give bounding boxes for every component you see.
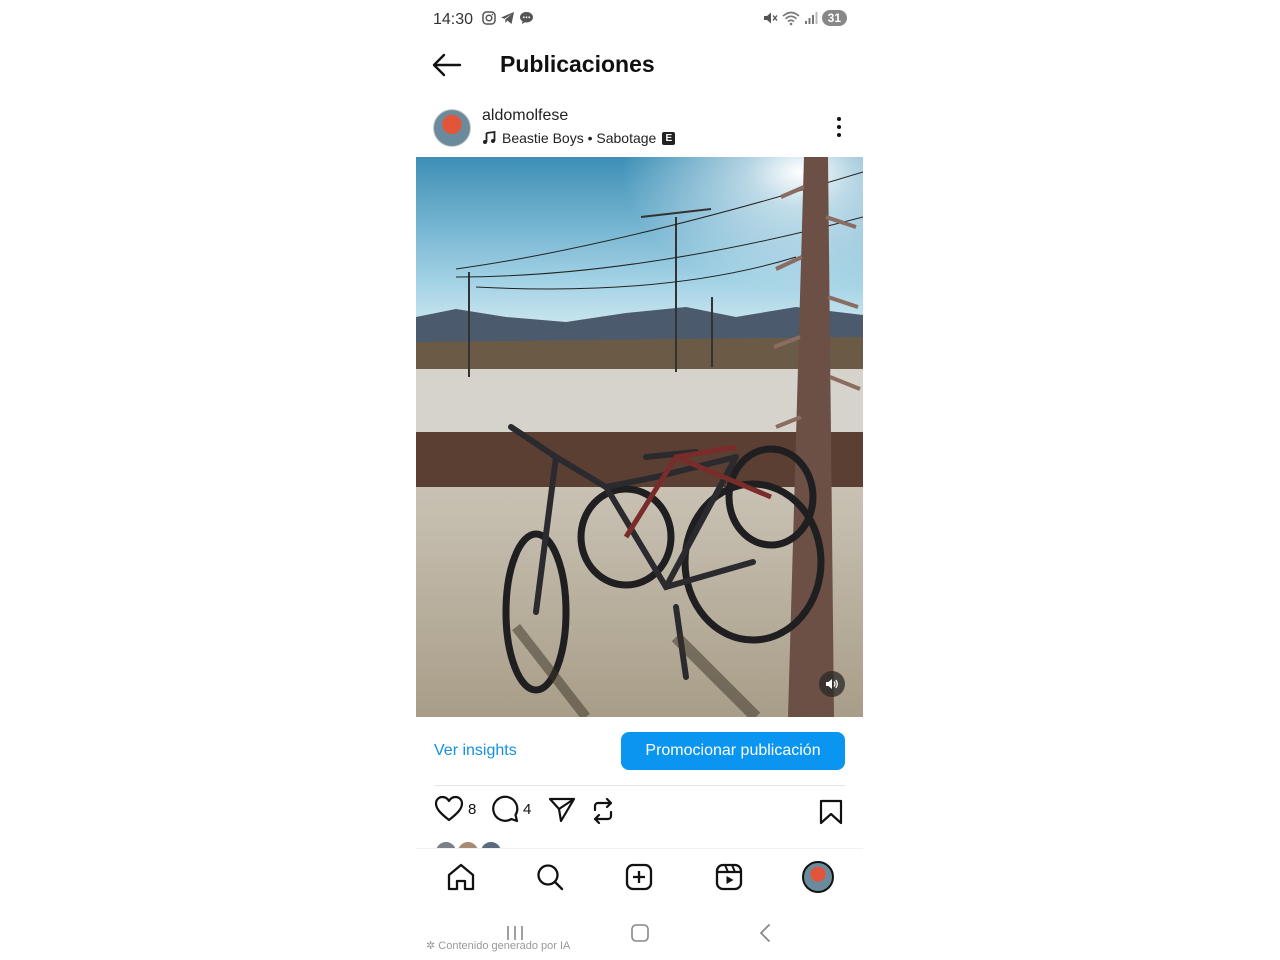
liker-avatar (434, 840, 458, 848)
view-insights-link[interactable]: Ver insights (434, 742, 517, 760)
phone-screen: 14:30 31 Publicaciones aldomolfese Beast… (416, 0, 863, 960)
instagram-icon (482, 11, 496, 25)
insights-row: Ver insights Promocionar publicación (416, 720, 863, 784)
wifi-icon (782, 11, 800, 26)
speaker-icon (826, 679, 838, 689)
page-header: Publicaciones (416, 40, 863, 90)
home-square-icon[interactable] (630, 923, 650, 943)
more-options-icon[interactable] (835, 116, 843, 138)
comment-icon (492, 795, 519, 823)
heart-icon (434, 795, 464, 822)
notification-icons (482, 11, 534, 25)
system-navigation: ✲ Contenido generado por IA (416, 906, 863, 960)
chat-bubble-icon (520, 12, 533, 24)
mute-icon (763, 12, 778, 24)
status-time: 14:30 (433, 11, 474, 28)
system-icons: 31 (762, 10, 847, 26)
nav-search[interactable] (534, 861, 566, 893)
promote-post-button[interactable]: Promocionar publicación (621, 732, 845, 770)
post-actions: 8 4 (416, 795, 863, 835)
home-icon (447, 863, 475, 891)
sound-toggle[interactable] (819, 671, 845, 697)
profile-avatar (802, 861, 834, 893)
nav-create[interactable] (623, 861, 655, 893)
reels-icon (715, 863, 743, 891)
comments-count: 4 (523, 800, 532, 818)
ai-content-label: ✲ Contenido generado por IA (426, 939, 570, 952)
bicycles-photo (416, 157, 863, 717)
sparkle-icon: ✲ (426, 940, 436, 952)
explicit-badge: E (662, 131, 676, 145)
promote-label: Promocionar publicación (645, 742, 821, 759)
search-icon (537, 864, 564, 891)
like-button[interactable]: 8 (434, 795, 476, 823)
likes-count: 8 (468, 800, 477, 818)
nav-profile[interactable] (802, 861, 834, 893)
status-bar: 14:30 31 (416, 0, 863, 40)
avatar[interactable] (433, 109, 471, 147)
nav-home[interactable] (445, 861, 477, 893)
post-header: aldomolfese Beastie Boys • Sabotage E (416, 100, 863, 156)
add-post-icon (625, 863, 653, 891)
bookmark-icon[interactable] (819, 799, 843, 825)
post-media[interactable] (416, 157, 863, 717)
liker-avatar (456, 840, 481, 848)
repost-icon[interactable] (590, 798, 616, 824)
music-note-icon (483, 131, 496, 144)
back-arrow-icon[interactable] (432, 52, 462, 78)
liker-avatar (478, 840, 503, 848)
song-label: Beastie Boys • Sabotage (502, 130, 657, 146)
page-title: Publicaciones (500, 51, 655, 77)
liked-by-avatars[interactable] (434, 840, 844, 848)
share-icon[interactable] (548, 797, 576, 823)
divider (434, 785, 845, 786)
post-username[interactable]: aldomolfese (482, 107, 568, 125)
telegram-icon (501, 12, 514, 24)
bottom-nav (416, 848, 863, 907)
post-music[interactable]: Beastie Boys • Sabotage E (482, 130, 676, 146)
signal-icon (804, 12, 818, 24)
nav-reels[interactable] (713, 861, 745, 893)
ai-label-text: Contenido generado por IA (438, 940, 571, 952)
back-chevron-icon[interactable] (758, 923, 772, 943)
comment-button[interactable]: 4 (491, 795, 531, 823)
battery-level: 31 (821, 10, 847, 26)
